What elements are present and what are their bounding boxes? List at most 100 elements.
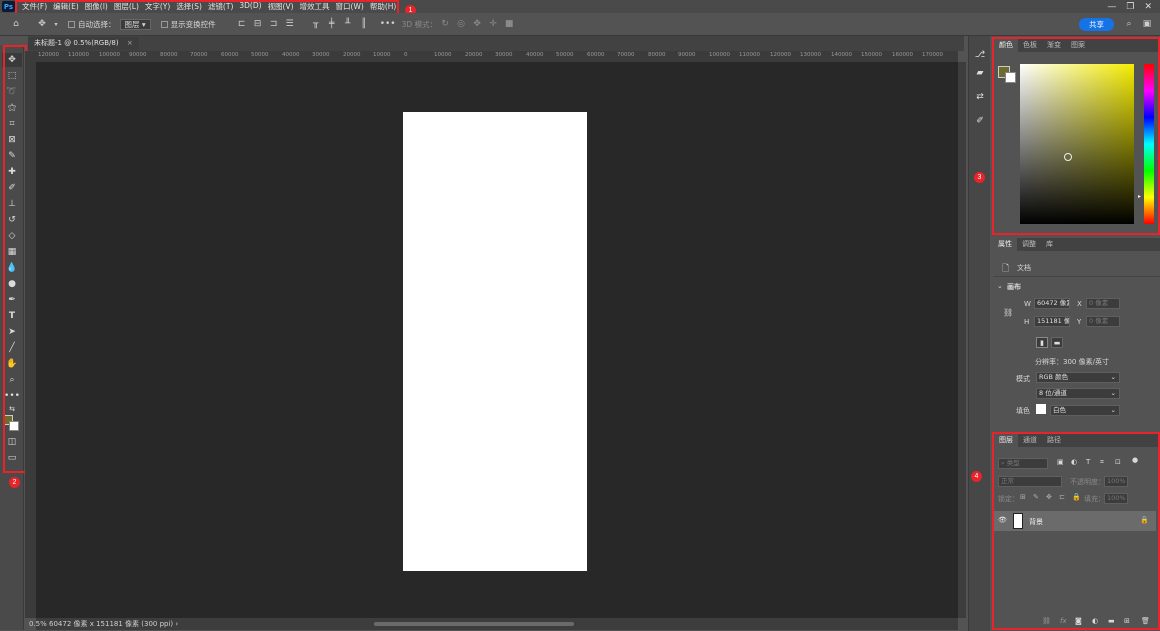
document-canvas[interactable]: [403, 112, 587, 571]
delete-layer-icon[interactable]: 🗑: [1141, 617, 1150, 625]
tab-swatches[interactable]: 色板: [1018, 39, 1042, 52]
distribute-icon[interactable]: ║: [356, 19, 372, 29]
ruler-tick: 20000: [343, 52, 361, 58]
restore-button[interactable]: ❐: [1126, 2, 1134, 12]
panel-background-swatch[interactable]: [1005, 72, 1016, 83]
lock-pixels-icon[interactable]: ✎: [1033, 493, 1039, 501]
tab-channels[interactable]: 通道: [1018, 434, 1042, 447]
ruler-tick: 120000: [770, 52, 791, 58]
layer-filter-dropdown[interactable]: ⌕ 类型: [998, 458, 1048, 469]
align-center-icon[interactable]: ⊟: [250, 19, 266, 29]
add-mask-icon[interactable]: ◙: [1075, 617, 1082, 625]
fill-label: 填充：: [1084, 495, 1105, 503]
landscape-orientation-button[interactable]: ▬: [1051, 337, 1063, 348]
pan-3d-icon[interactable]: ✥: [469, 19, 485, 29]
more-options-icon[interactable]: •••: [380, 19, 396, 29]
tab-gradients[interactable]: 渐变: [1042, 39, 1066, 52]
height-field[interactable]: 151181 像: [1034, 316, 1070, 327]
fill-color-swatch[interactable]: [1036, 404, 1046, 414]
portrait-orientation-button[interactable]: ▮: [1036, 337, 1048, 348]
y-field[interactable]: 0 像素: [1086, 316, 1120, 327]
mode-dropdown[interactable]: RGB 颜色 ⌄: [1036, 372, 1120, 383]
search-icon[interactable]: ⌕: [1120, 19, 1138, 29]
depth-dropdown[interactable]: 8 位/通道 ⌄: [1036, 388, 1120, 399]
hue-slider[interactable]: [1144, 64, 1154, 224]
tab-libraries[interactable]: 库: [1041, 238, 1058, 251]
show-transform-option[interactable]: 显示变换控件: [160, 19, 216, 30]
mode-value: RGB 颜色: [1039, 373, 1069, 381]
move-tool-icon[interactable]: ✥: [32, 19, 52, 29]
align-right-icon[interactable]: ⊐: [266, 19, 282, 29]
resolution-text: 分辨率：300 像素/英寸: [1035, 358, 1109, 366]
workspace-icon[interactable]: ▣: [1138, 19, 1156, 29]
auto-select-checkbox[interactable]: [68, 21, 75, 28]
ruler-tick: 10000: [434, 52, 452, 58]
tab-paths[interactable]: 路径: [1042, 434, 1066, 447]
chevron-down-icon[interactable]: ▾: [52, 21, 60, 28]
adjustment-layer-icon[interactable]: ◐: [1092, 617, 1098, 625]
new-group-icon[interactable]: ▬: [1108, 617, 1115, 625]
hue-slider-handle[interactable]: ▸: [1138, 193, 1141, 200]
document-label: 文档: [1017, 264, 1031, 272]
auto-select-dropdown[interactable]: 图层 ▾: [119, 18, 151, 30]
close-window-button[interactable]: ✕: [1144, 2, 1152, 12]
fill-color-dropdown[interactable]: 白色 ⌄: [1050, 405, 1120, 416]
camera-3d-icon[interactable]: ■: [501, 19, 517, 29]
filter-shape-icon[interactable]: ⌗: [1100, 458, 1104, 467]
adjustments-panel-icon[interactable]: ⇄: [973, 92, 987, 106]
tab-color[interactable]: 颜色: [994, 39, 1018, 52]
x-field[interactable]: 0 像素: [1086, 298, 1120, 309]
color-picker-handle[interactable]: [1064, 153, 1072, 161]
document-tab-close-icon[interactable]: ×: [127, 39, 133, 47]
link-layers-icon[interactable]: ⛓: [1042, 617, 1051, 625]
filter-toggle-icon[interactable]: ●: [1132, 456, 1138, 464]
align-top-icon[interactable]: ╥: [308, 19, 324, 29]
fill-field[interactable]: 100%: [1104, 493, 1128, 504]
eye-visibility-icon[interactable]: 👁: [998, 516, 1007, 524]
new-layer-icon[interactable]: ⊞: [1124, 617, 1130, 625]
blend-mode-dropdown[interactable]: 正常: [998, 476, 1062, 487]
history-panel-icon[interactable]: ⎇: [973, 50, 987, 64]
lock-transparent-icon[interactable]: ⊞: [1020, 493, 1026, 501]
show-transform-checkbox[interactable]: [160, 21, 168, 28]
filter-pixel-icon[interactable]: ▣: [1057, 458, 1064, 466]
layer-name[interactable]: 背景: [1029, 517, 1043, 527]
filter-adjustment-icon[interactable]: ◐: [1071, 458, 1077, 466]
home-icon[interactable]: ⌂: [6, 19, 26, 29]
roll-3d-icon[interactable]: ◎: [453, 19, 469, 29]
align-left-icon[interactable]: ⊏: [234, 19, 250, 29]
tab-adjustments[interactable]: 调整: [1017, 238, 1041, 251]
layer-style-icon[interactable]: fx: [1060, 617, 1067, 625]
tab-layers[interactable]: 图层: [994, 434, 1018, 447]
share-button[interactable]: 共享: [1079, 17, 1114, 31]
height-label: H: [1024, 318, 1030, 326]
align-justify-icon[interactable]: ☰: [282, 19, 298, 29]
chevron-down-icon[interactable]: ⌄: [997, 282, 1003, 290]
filter-type-icon[interactable]: T: [1086, 458, 1090, 466]
color-picker-field[interactable]: [1020, 64, 1134, 224]
auto-select-option[interactable]: 自动选择：: [68, 19, 116, 30]
ruler-tick: 110000: [739, 52, 760, 58]
tab-properties[interactable]: 属性: [993, 238, 1017, 251]
align-bottom-icon[interactable]: ╨: [340, 19, 356, 29]
horizontal-scrollbar-thumb[interactable]: [374, 622, 574, 626]
slide-3d-icon[interactable]: ✛: [485, 19, 501, 29]
width-field[interactable]: 60472 像素: [1034, 298, 1070, 309]
rotate-3d-icon[interactable]: ↻: [437, 19, 453, 29]
brush-settings-icon[interactable]: ✐: [973, 116, 987, 130]
mode-label: 模式: [1016, 375, 1030, 383]
vertical-scrollbar[interactable]: [958, 62, 966, 618]
document-icon: 🗋: [1002, 264, 1010, 274]
opacity-field[interactable]: 100%: [1104, 476, 1128, 487]
ruler-tick: 110000: [68, 52, 89, 58]
minimize-button[interactable]: —: [1107, 2, 1116, 12]
filter-smart-object-icon[interactable]: ⊡: [1115, 458, 1121, 466]
link-icon[interactable]: ⛓: [1003, 308, 1013, 317]
lock-artboard-icon[interactable]: ⊏: [1059, 493, 1065, 501]
align-middle-icon[interactable]: ╪: [324, 19, 340, 29]
lock-all-icon[interactable]: 🔒: [1072, 493, 1081, 501]
document-tab[interactable]: 未标题-1 @ 0.5%(RGB/8) ×: [28, 37, 139, 50]
lock-position-icon[interactable]: ✥: [1046, 493, 1052, 501]
tab-patterns[interactable]: 图案: [1066, 39, 1090, 52]
comments-panel-icon[interactable]: ▰: [973, 68, 987, 82]
